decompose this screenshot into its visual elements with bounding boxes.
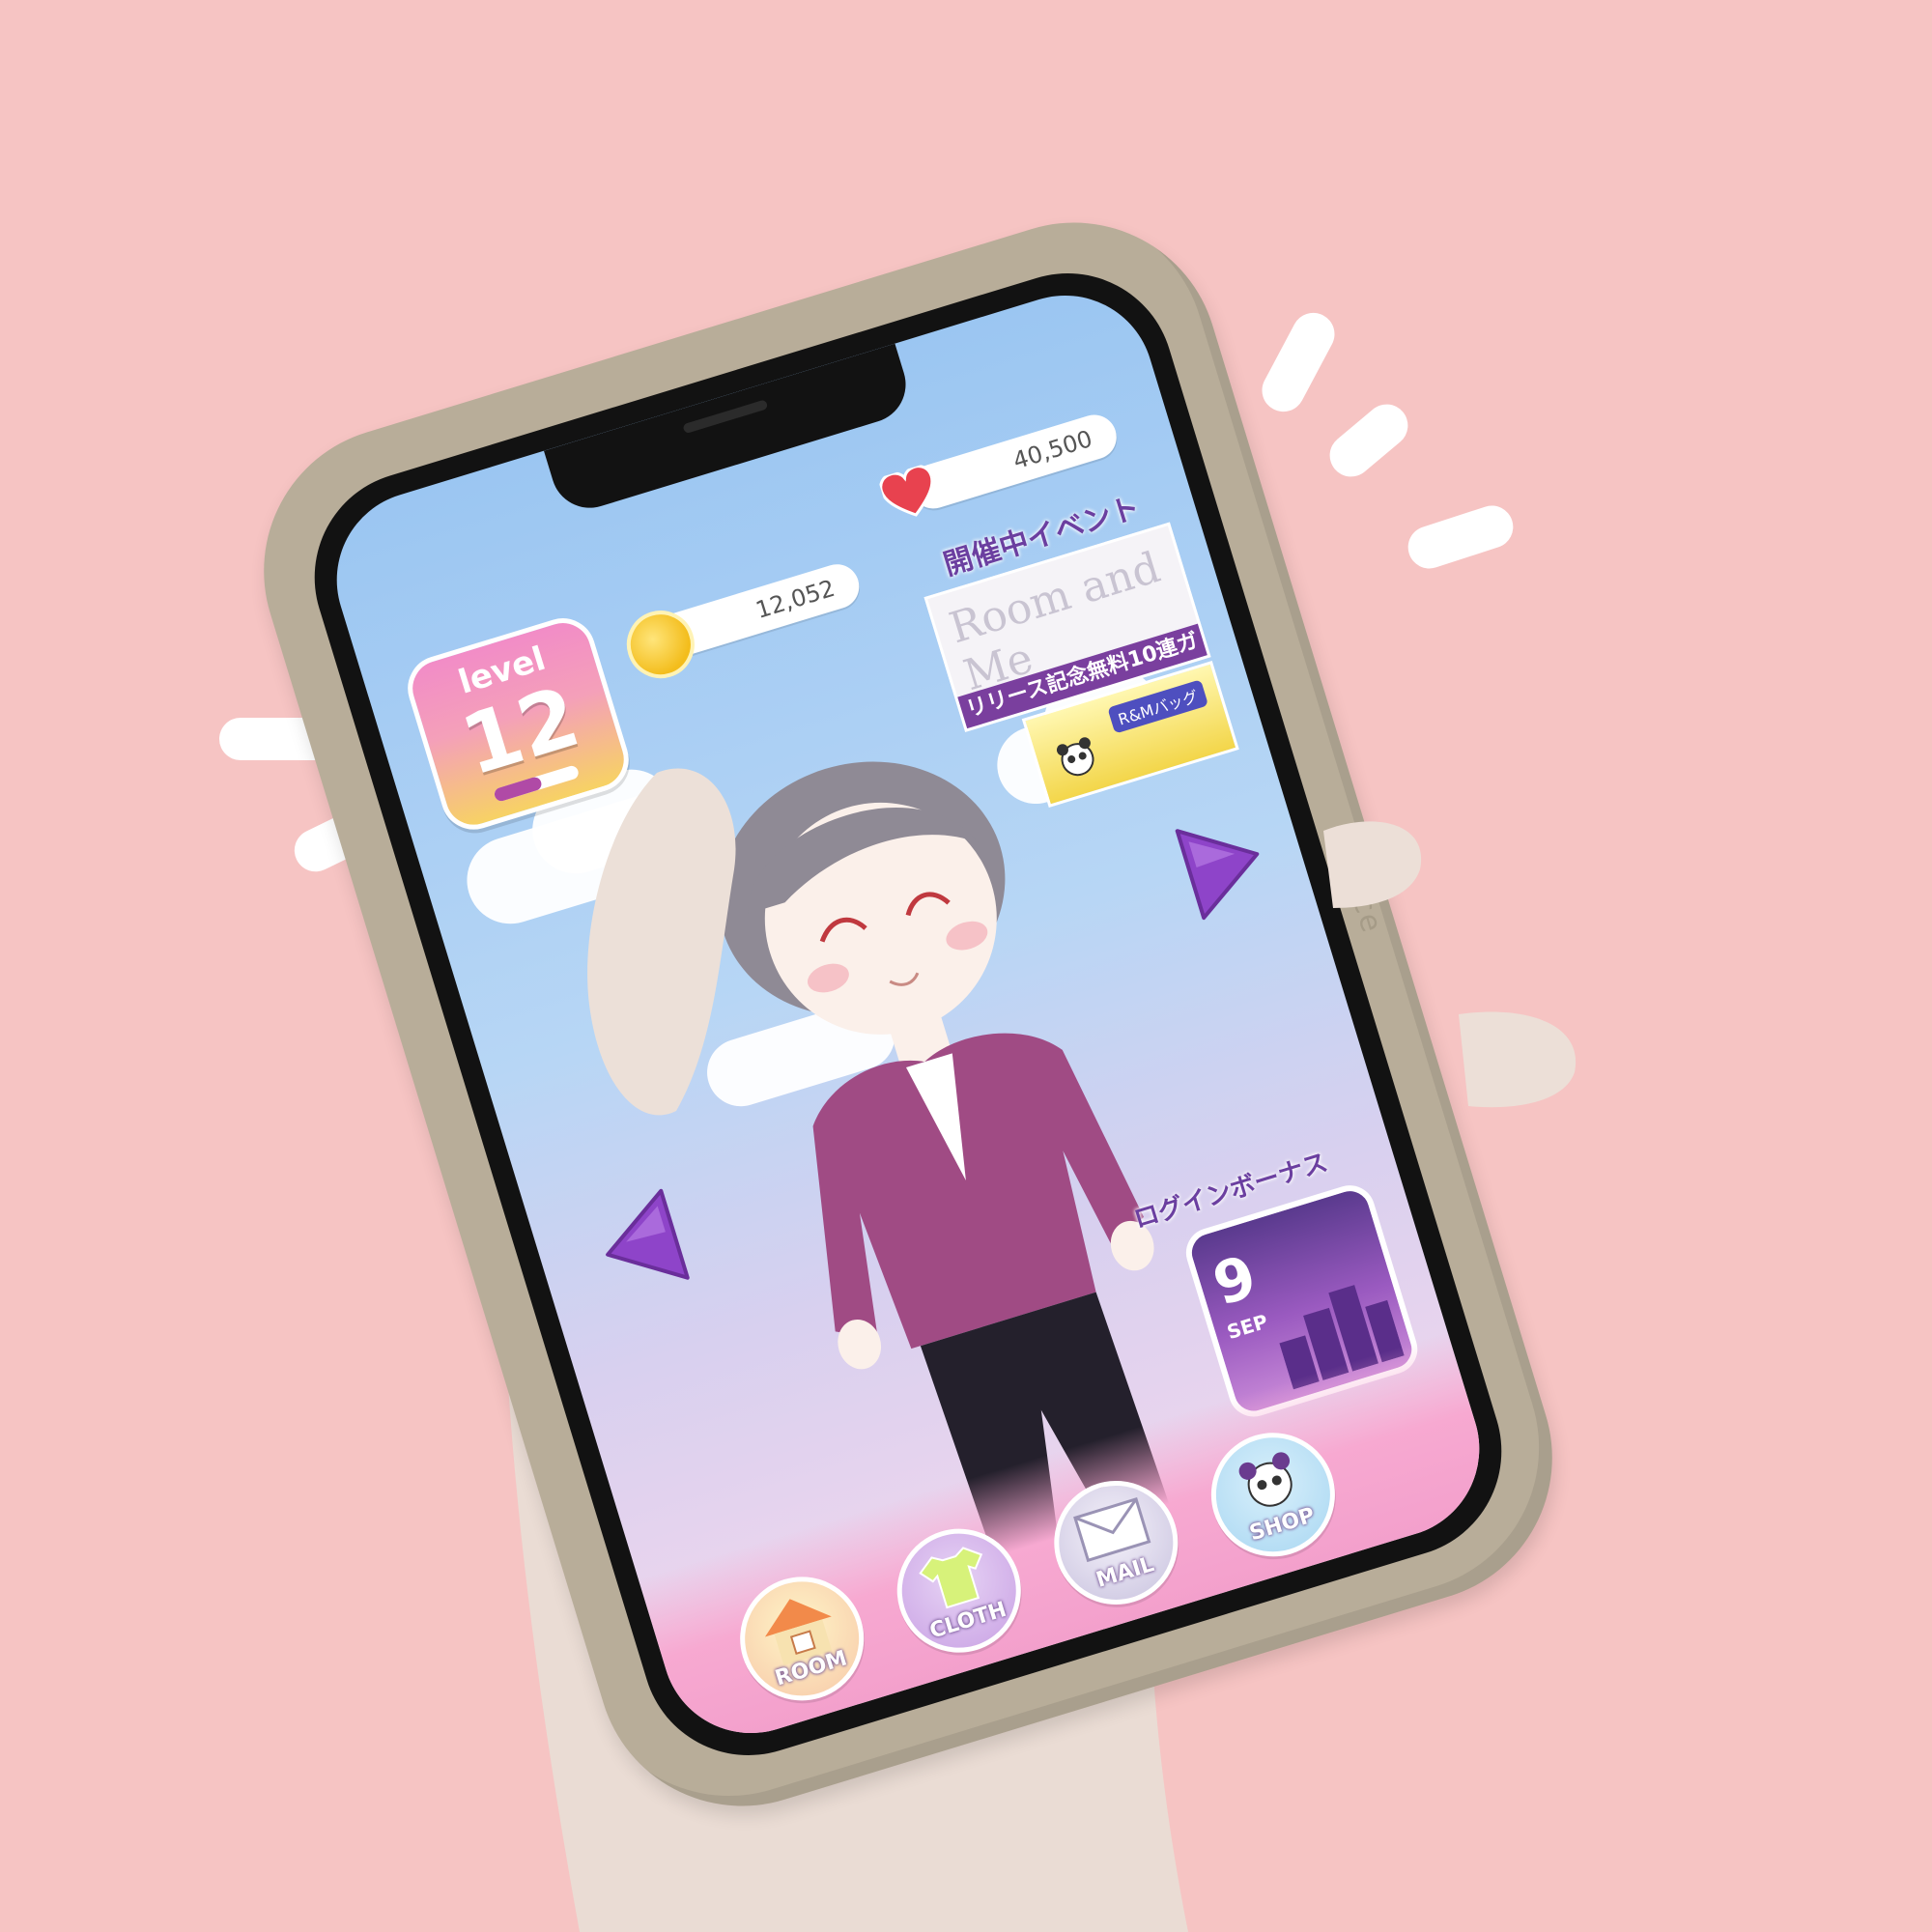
heart-value: 40,500 (1009, 425, 1095, 475)
coin-value: 12,052 (753, 574, 838, 625)
envelope-icon (1073, 1497, 1151, 1563)
gacha-card-label: R&Mバッグ (1106, 679, 1209, 734)
next-arrow-button[interactable] (1166, 801, 1280, 928)
login-bonus-day: 9 (1206, 1242, 1264, 1320)
prev-arrow-button[interactable] (584, 1180, 698, 1308)
panda-icon (1238, 1452, 1293, 1507)
phone-speaker (682, 399, 769, 435)
photo-scene: iFace level 12 12,052 40,500 開催中イベント Roo… (0, 0, 1932, 1932)
